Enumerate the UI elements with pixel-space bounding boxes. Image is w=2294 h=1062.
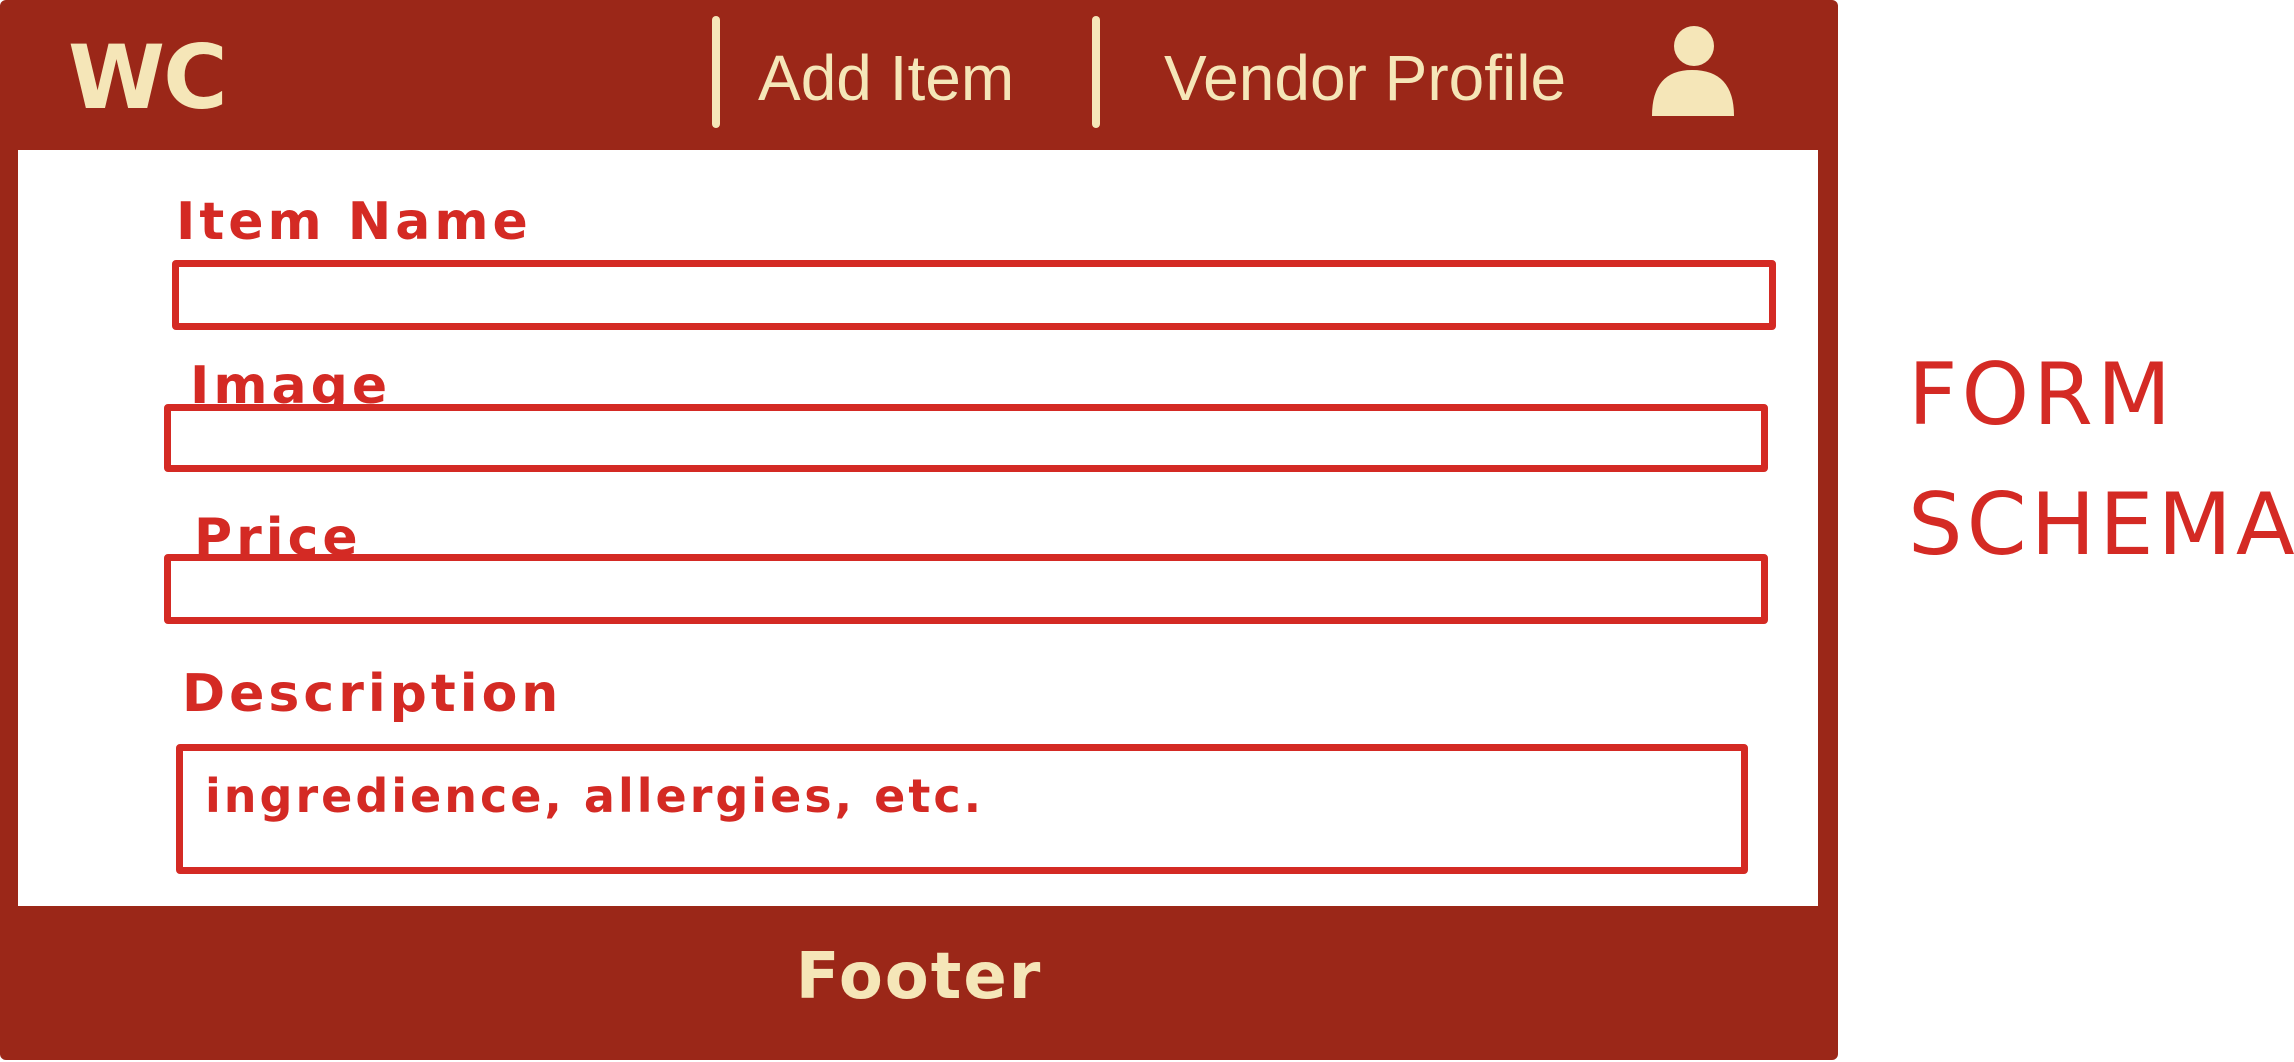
item-name-label: Item Name (176, 192, 532, 252)
price-input[interactable] (164, 554, 1768, 624)
image-input[interactable] (164, 404, 1768, 472)
nav-divider (1092, 16, 1100, 128)
description-placeholder: ingredience, allergies, etc. (205, 769, 985, 823)
annotation-line-2: SCHEMA (1908, 475, 2294, 575)
form-schema-annotation: FORM SCHEMA (1908, 330, 2294, 590)
nav-add-item[interactable]: Add Item (758, 38, 1014, 118)
add-item-form: Item Name Image Price Description ingred… (18, 150, 1818, 906)
annotation-line-1: FORM (1908, 345, 2176, 445)
description-textarea[interactable]: ingredience, allergies, etc. (176, 744, 1748, 874)
user-profile-icon[interactable] (1648, 22, 1736, 118)
logo[interactable]: WC (68, 30, 228, 126)
nav-vendor-profile[interactable]: Vendor Profile (1164, 38, 1566, 118)
app-window: WC Add Item Vendor Profile Item Name Ima… (0, 0, 1838, 1060)
footer-text: Footer (795, 940, 1043, 1014)
description-label: Description (182, 664, 563, 724)
nav-divider (712, 16, 720, 128)
item-name-input[interactable] (172, 260, 1776, 330)
